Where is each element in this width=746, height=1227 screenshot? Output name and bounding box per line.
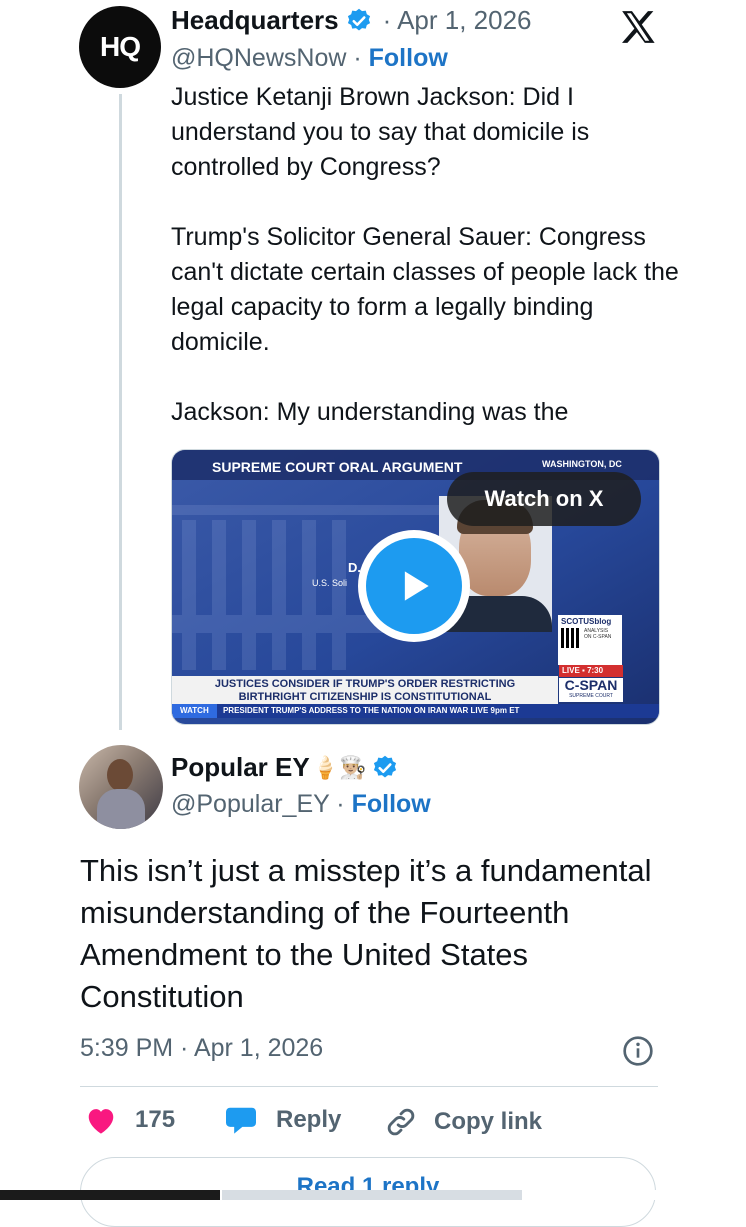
verified-badge-icon bbox=[347, 8, 370, 30]
verified-badge-icon bbox=[373, 755, 396, 777]
tweet1-handle[interactable]: @HQNewsNow · bbox=[171, 44, 362, 72]
cspan-logo-sub: SUPREME COURT bbox=[569, 693, 613, 699]
ticker-watch-label: WATCH bbox=[172, 704, 217, 718]
tweet1-author-row: Headquarters · Apr 1, 2026 bbox=[171, 5, 532, 36]
play-button[interactable] bbox=[358, 530, 470, 642]
tweet2-handle[interactable]: @Popular_EY · bbox=[171, 790, 345, 818]
video-embed[interactable]: SUPREME COURT ORAL ARGUMENT WASHINGTON, … bbox=[171, 449, 660, 725]
play-icon bbox=[404, 571, 429, 601]
emoji-chef-icon: 🍦👨🏼‍🍳 bbox=[311, 754, 367, 780]
tweet2-handle-row: @Popular_EY · Follow bbox=[171, 790, 431, 819]
scotusblog-label: SCOTUSblog bbox=[561, 617, 612, 626]
tweet1-author-name[interactable]: Headquarters bbox=[171, 5, 339, 36]
popular-ey-avatar[interactable] bbox=[79, 745, 163, 829]
chyron: JUSTICES CONSIDER IF TRUMP'S ORDER RESTR… bbox=[172, 676, 558, 704]
tweet1-handle-row: @HQNewsNow · Follow bbox=[171, 44, 448, 73]
tweet2-text: This isn’t just a misstep it’s a fundame… bbox=[80, 853, 652, 1014]
chyron-line-2: BIRTHRIGHT CITIZENSHIP IS CONSTITUTIONAL bbox=[238, 691, 492, 703]
x-logo-icon[interactable] bbox=[618, 8, 658, 46]
reply-action[interactable]: Reply bbox=[224, 1105, 341, 1135]
thread-connector-line bbox=[119, 94, 122, 730]
bottom-media-strip bbox=[0, 1190, 746, 1200]
copy-link-label: Copy link bbox=[434, 1108, 543, 1135]
news-ticker: WATCH PRESIDENT TRUMP'S ADDRESS TO THE N… bbox=[172, 704, 659, 718]
reply-label: Reply bbox=[276, 1106, 342, 1133]
avatar-logo-text: HQ bbox=[100, 31, 141, 62]
heart-icon bbox=[88, 1109, 114, 1134]
link-chain-icon bbox=[387, 1108, 415, 1136]
tweet1-date[interactable]: · Apr 1, 2026 bbox=[383, 5, 532, 36]
tweet2-author-row: Popular EY 🍦👨🏼‍🍳 bbox=[171, 752, 399, 783]
tweet2-timestamp[interactable]: 5:39 PM · Apr 1, 2026 bbox=[80, 1034, 323, 1063]
reply-bubble-icon bbox=[226, 1107, 256, 1134]
divider bbox=[80, 1086, 658, 1087]
live-badge: LIVE ▪ 7:30 bbox=[559, 665, 623, 677]
like-count: 175 bbox=[135, 1106, 176, 1133]
info-icon[interactable] bbox=[622, 1035, 654, 1067]
cspan-logo-text: C-SPAN bbox=[564, 677, 618, 693]
qr-code bbox=[561, 628, 581, 648]
scotusblog-box: SCOTUSblog ANALYSIS ON C-SPAN bbox=[558, 615, 622, 665]
speaker-title: U.S. Soli bbox=[312, 578, 348, 588]
watch-on-x-button[interactable]: Watch on X bbox=[447, 472, 641, 526]
cspan-logo: C-SPAN SUPREME COURT bbox=[559, 678, 623, 702]
tweet2-author-name[interactable]: Popular EY bbox=[171, 752, 310, 783]
qr-caption: ANALYSIS ON C-SPAN bbox=[584, 628, 612, 640]
tweet1-text: Justice Ketanji Brown Jackson: Did I und… bbox=[171, 83, 679, 426]
chyron-line-1: JUSTICES CONSIDER IF TRUMP'S ORDER RESTR… bbox=[214, 678, 516, 690]
tweet2-follow-link[interactable]: Follow bbox=[352, 790, 431, 818]
banner-title: SUPREME COURT ORAL ARGUMENT bbox=[212, 459, 463, 475]
location-label: WASHINGTON, DC bbox=[542, 459, 622, 469]
like-action[interactable]: 175 bbox=[84, 1105, 175, 1135]
copy-link-action[interactable]: Copy link bbox=[384, 1105, 542, 1139]
headquarters-avatar[interactable]: HQ bbox=[79, 6, 161, 88]
tweet1-follow-link[interactable]: Follow bbox=[369, 44, 448, 72]
ticker-text: PRESIDENT TRUMP'S ADDRESS TO THE NATION … bbox=[222, 706, 520, 715]
